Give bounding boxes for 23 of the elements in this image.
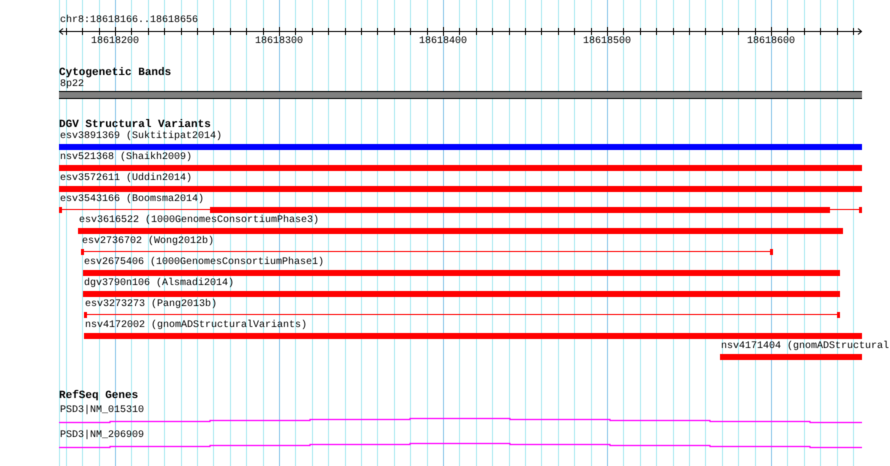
variant-label: dgv3790n106 (Alsmadi2014): [84, 278, 234, 289]
track-title: Cytogenetic Bands: [59, 67, 172, 79]
tick-label: 18618500: [583, 36, 631, 47]
variant-label: esv3616522 (1000GenomesConsortiumPhase3): [79, 215, 320, 226]
tick-label: 18618200: [91, 36, 139, 47]
variant-label: esv2675406 (1000GenomesConsortiumPhase1): [84, 257, 324, 268]
band-label: 8p22: [60, 79, 84, 90]
track-title: RefSeq Genes: [59, 390, 140, 402]
gene-label: PSD3|NM_206909: [60, 430, 144, 441]
variant-label: esv2736702 (Wong2012b): [82, 236, 214, 247]
location-label: chr8:18618166..18618656: [60, 15, 198, 27]
variant-label: nsv521368 (Shaikh2009): [60, 152, 192, 163]
track-title: DGV Structural Variants: [59, 119, 211, 131]
tick-label: 18618300: [255, 36, 303, 47]
variant-label: esv3273273 (Pang2013b): [85, 299, 218, 310]
variant-label: nsv4171404 (gnomADStructural: [721, 341, 890, 352]
variant-label: esv3572611 (Uddin2014): [60, 173, 192, 184]
variant-label: esv3891369 (Suktitipat2014): [60, 131, 222, 142]
variant-label: nsv4172002 (gnomADStructuralVariants): [85, 320, 308, 331]
tick-label: 18618600: [747, 36, 795, 47]
variant-label: esv3543166 (Boomsma2014): [60, 194, 204, 205]
gene-label: PSD3|NM_015310: [60, 405, 144, 416]
tick-label: 18618400: [419, 36, 467, 47]
